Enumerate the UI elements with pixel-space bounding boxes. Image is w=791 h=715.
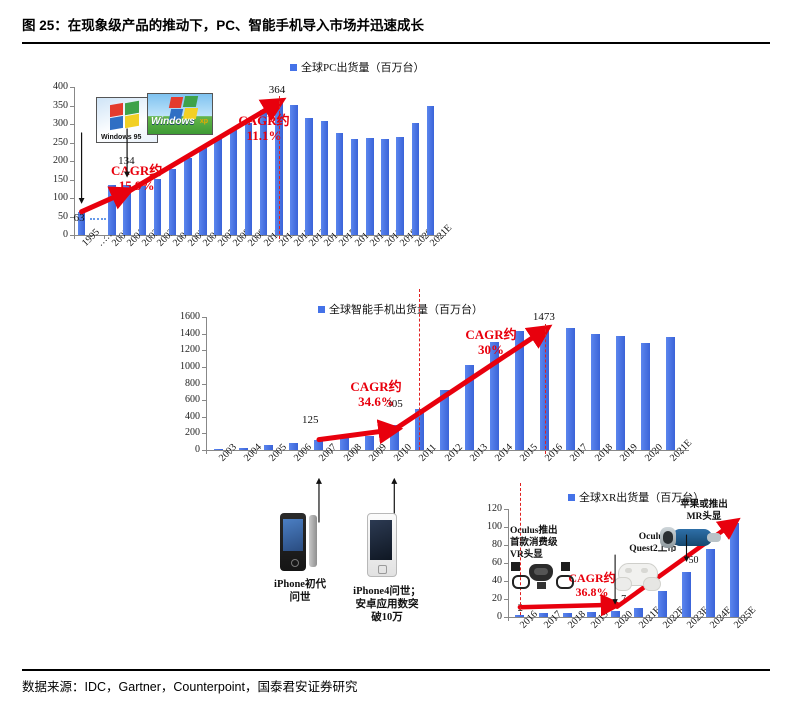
y-tick-label: 100: [487, 521, 502, 532]
y-tick-label: 150: [53, 173, 68, 185]
y-tick-label: 120: [487, 503, 502, 514]
trend-arrow-smartphone: [316, 324, 553, 445]
y-tick-label: 50: [58, 210, 68, 222]
y-tick-label: 0: [63, 229, 68, 240]
y-tick-label: 40: [492, 575, 502, 586]
y-tick-label: 350: [53, 99, 68, 111]
chart-xr-shipments: 全球XR出货量（百万台） 120 100 80 60 40 20 0 2016 2017 2018…: [0, 483, 791, 662]
figure-title: 图 25：在现象级产品的推动下，PC、智能手机导入市场并迅速成长: [22, 18, 425, 33]
y-tick-label: 80: [492, 539, 502, 550]
y-tick-label: 600: [185, 394, 200, 406]
y-tick-label: 1200: [180, 344, 200, 356]
y-tick-label: 200: [185, 427, 200, 439]
logo-leaders-pc: [78, 128, 131, 204]
y-tick-label: 60: [492, 557, 502, 568]
title-divider: [22, 42, 770, 44]
y-tick-label: 250: [53, 136, 68, 148]
y-tick-label: 300: [53, 118, 68, 129]
marker-line-2011: [419, 289, 421, 450]
y-tick-label: 200: [53, 155, 68, 166]
y-tick-label: 800: [185, 377, 200, 389]
chart-pc-shipments: 全球PC出货量（百万台） 400 350 300 250 200 150 100 50 0 199…: [0, 55, 791, 280]
y-tick-label: 1000: [180, 360, 200, 372]
y-tick-label: 20: [492, 593, 502, 604]
source-note: 数据来源：IDC，Gartner，Counterpoint，国泰君安证券研究: [22, 680, 358, 694]
y-tick-label: 400: [53, 81, 68, 92]
figure-page: 图 25：在现象级产品的推动下，PC、智能手机导入市场并迅速成长 全球PC出货量…: [0, 0, 791, 715]
y-tick-label: 400: [185, 410, 200, 422]
y-tick-label: 100: [53, 192, 68, 203]
y-tick-label: 1600: [180, 311, 200, 322]
marker-line-2016: [544, 323, 546, 454]
y-tick-label: 0: [497, 611, 502, 622]
y-tick-label: 1400: [180, 327, 200, 339]
chart-smartphone-shipments: 全球智能手机出货量（百万台） 1600 1400 1200 1000 800 600 400…: [0, 289, 791, 523]
source-divider: [22, 669, 770, 671]
callout-leaders-xr: [612, 534, 690, 605]
y-tick-label: 0: [195, 444, 200, 455]
